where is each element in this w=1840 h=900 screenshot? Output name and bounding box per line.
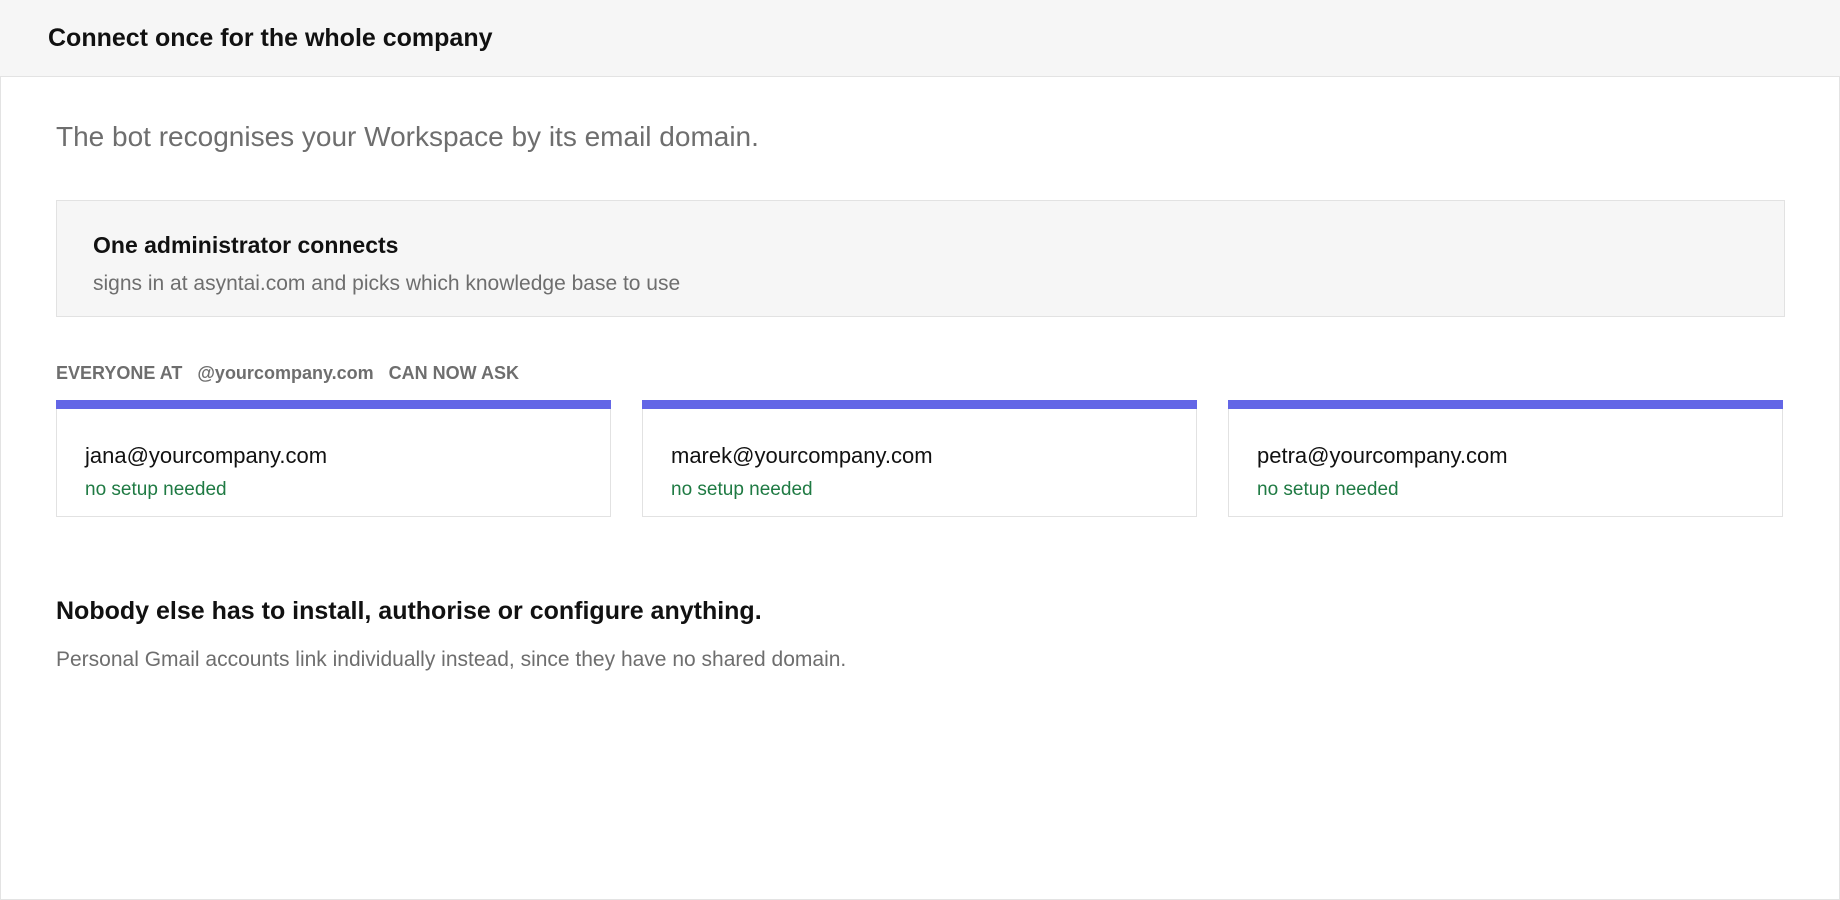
everyone-prefix: EVERYONE AT <box>56 363 183 383</box>
user-status: no setup needed <box>1257 479 1399 500</box>
user-email: petra@yourcompany.com <box>1257 443 1508 468</box>
admin-connect-box: One administrator connects signs in at a… <box>56 200 1785 317</box>
user-email: marek@yourcompany.com <box>671 443 933 468</box>
user-status: no setup needed <box>85 479 227 500</box>
everyone-heading: EVERYONE AT @yourcompany.com CAN NOW ASK <box>56 363 519 384</box>
admin-connect-title: One administrator connects <box>93 232 399 258</box>
user-card-marek: marek@yourcompany.com no setup needed <box>642 400 1197 517</box>
user-card-petra: petra@yourcompany.com no setup needed <box>1228 400 1783 517</box>
user-card-accent-bar <box>56 400 611 409</box>
user-card-jana: jana@yourcompany.com no setup needed <box>56 400 611 517</box>
page-header: Connect once for the whole company <box>0 0 1840 77</box>
admin-connect-description: signs in at asyntai.com and picks which … <box>93 272 681 295</box>
user-status: no setup needed <box>671 479 813 500</box>
user-card-accent-bar <box>642 400 1197 409</box>
footnote-title: Nobody else has to install, authorise or… <box>56 597 762 625</box>
everyone-suffix: CAN NOW ASK <box>388 363 519 383</box>
intro-subtitle: The bot recognises your Workspace by its… <box>56 121 759 152</box>
user-email: jana@yourcompany.com <box>85 443 328 468</box>
page-title: Connect once for the whole company <box>48 24 493 52</box>
company-domain: @yourcompany.com <box>197 363 374 383</box>
page: Connect once for the whole company The b… <box>0 0 1840 900</box>
user-card-accent-bar <box>1228 400 1783 409</box>
footnote-description: Personal Gmail accounts link individuall… <box>56 648 847 671</box>
